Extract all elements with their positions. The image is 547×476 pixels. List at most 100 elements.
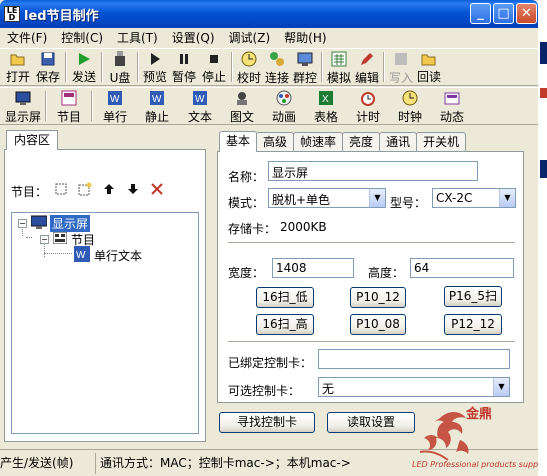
- connect-button[interactable]: 连接: [263, 49, 291, 85]
- storage-label: 存储卡：: [228, 222, 277, 236]
- pause-button[interactable]: 暂停: [169, 49, 199, 85]
- tab-content-area[interactable]: 内容区: [6, 130, 58, 150]
- static-text-icon: W: [149, 90, 165, 106]
- model-select[interactable]: CX-2C ▼: [432, 188, 516, 208]
- tree-node-single-line-text[interactable]: W 单行文本: [74, 245, 142, 263]
- clock-button[interactable]: 时钟: [389, 88, 431, 124]
- dotted-square-icon: [55, 183, 67, 199]
- settings-tabs: 基本 高级 帧速率 亮度 通讯 开关机: [219, 131, 467, 152]
- brand-name: 金鼎: [466, 407, 493, 422]
- mode-select[interactable]: 脱机+单色 ▼: [268, 188, 386, 208]
- scan-16-low-button[interactable]: 16扫_低: [256, 287, 314, 308]
- text-label: 文本: [187, 110, 212, 124]
- tab-power-schedule[interactable]: 开关机: [416, 132, 467, 151]
- tab-brightness[interactable]: 亮度: [342, 132, 381, 151]
- menu-file[interactable]: 文件(F): [0, 29, 54, 46]
- delete-x-icon: [151, 183, 163, 199]
- move-down-button[interactable]: [123, 182, 143, 200]
- dynamic-button[interactable]: 动态: [431, 88, 473, 124]
- add-program-dotted-button[interactable]: [51, 182, 71, 200]
- optional-card-label: 可选控制卡：: [228, 384, 301, 398]
- send-label: 发送: [71, 70, 96, 84]
- timer-icon: [360, 90, 376, 106]
- toolbar-separator: [101, 52, 103, 82]
- program-actions: 节目：: [11, 182, 167, 200]
- tab-basic[interactable]: 基本: [219, 131, 258, 152]
- basic-tab-body: 名称： 显示屏 模式： 脱机+单色 ▼ 型号： CX-2C ▼ 存储卡： 200…: [217, 151, 524, 403]
- static-text-label: 静止: [144, 110, 169, 124]
- clock-icon: [241, 51, 257, 67]
- group-control-button[interactable]: 群控: [291, 49, 319, 85]
- add-display-button[interactable]: 显示屏: [3, 88, 43, 124]
- app-icon: LE D: [4, 6, 20, 22]
- p16-5scan-button[interactable]: P16_5扫: [444, 286, 502, 307]
- folder-open-icon: [10, 51, 26, 66]
- arrow-up-icon: [103, 183, 115, 199]
- save-icon: [40, 51, 56, 66]
- arrow-down-icon: [127, 183, 139, 199]
- table-button[interactable]: X 表格: [305, 88, 347, 124]
- collapse-icon[interactable]: −: [40, 234, 49, 244]
- scan-16-high-button[interactable]: 16扫_高: [256, 314, 314, 335]
- static-text-button[interactable]: W 静止: [135, 88, 179, 124]
- app-icon-text: D: [8, 13, 16, 22]
- simulate-button[interactable]: 模拟: [325, 49, 353, 85]
- height-field[interactable]: 64: [410, 258, 514, 278]
- add-display-label: 显示屏: [4, 110, 41, 124]
- add-area-button[interactable]: [75, 182, 95, 200]
- picture-text-button[interactable]: 图文: [221, 88, 263, 124]
- p10-12-button[interactable]: P10_12: [350, 287, 406, 308]
- name-field[interactable]: 显示屏: [268, 161, 478, 181]
- single-line-button[interactable]: W 单行: [95, 88, 135, 124]
- add-program-button[interactable]: 节目: [49, 88, 89, 124]
- usb-button[interactable]: U盘: [105, 49, 135, 85]
- open-label: 打开: [5, 70, 30, 84]
- display-screen-icon: [15, 90, 31, 106]
- text-button[interactable]: W 文本: [179, 88, 221, 124]
- p12-12-button[interactable]: P12_12: [444, 314, 502, 335]
- edit-button[interactable]: 编辑: [353, 49, 381, 85]
- desktop-background: [538, 0, 547, 476]
- tab-advanced[interactable]: 高级: [256, 132, 295, 151]
- time-sync-button[interactable]: 校时: [235, 49, 263, 85]
- timer-label: 计时: [355, 110, 380, 124]
- clock-icon: [402, 90, 418, 106]
- move-up-button[interactable]: [99, 182, 119, 200]
- p10-08-button[interactable]: P10_08: [350, 314, 406, 335]
- animation-button[interactable]: 动画: [263, 88, 305, 124]
- add-program-label: 节目: [56, 110, 81, 124]
- tab-frame-rate[interactable]: 帧速率: [293, 132, 344, 151]
- optional-card-select[interactable]: 无 ▼: [318, 377, 510, 397]
- collapse-icon[interactable]: −: [18, 218, 27, 228]
- tree-node-label: 显示屏: [50, 214, 91, 232]
- tab-communication[interactable]: 通讯: [379, 132, 418, 151]
- menu-settings[interactable]: 设置(Q): [165, 29, 222, 46]
- menu-tools[interactable]: 工具(T): [110, 29, 165, 46]
- menu-control[interactable]: 控制(C): [54, 29, 110, 46]
- bound-card-field[interactable]: [318, 349, 510, 369]
- width-field[interactable]: 1408: [272, 258, 354, 278]
- maximize-button[interactable]: □: [493, 3, 514, 24]
- tree-node-display[interactable]: − 显示屏: [18, 214, 91, 232]
- preview-label: 预览: [142, 70, 167, 84]
- timer-button[interactable]: 计时: [347, 88, 389, 124]
- send-button[interactable]: 发送: [69, 49, 99, 85]
- title-bar[interactable]: LE D led节目制作 _ □ ✕: [0, 0, 538, 28]
- write-label: 写入: [388, 71, 413, 85]
- write-button[interactable]: 写入: [387, 49, 415, 85]
- preview-button[interactable]: 预览: [141, 49, 169, 85]
- open-button[interactable]: 打开: [3, 49, 33, 85]
- delete-button[interactable]: [147, 182, 167, 200]
- program-tree[interactable]: − 显示屏 − 节目 W 单行文本: [11, 212, 199, 434]
- menu-debug[interactable]: 调试(Z): [222, 29, 278, 46]
- dynamic-icon: [444, 90, 460, 106]
- readback-button[interactable]: 回读: [415, 49, 443, 85]
- toolbar-separator: [91, 91, 93, 121]
- menu-help[interactable]: 帮助(H): [277, 29, 333, 46]
- close-button[interactable]: ✕: [516, 3, 537, 24]
- save-button[interactable]: 保存: [33, 49, 63, 85]
- stop-button[interactable]: 停止: [199, 49, 229, 85]
- preview-icon: [147, 51, 163, 66]
- find-controller-button[interactable]: 寻找控制卡: [219, 412, 315, 433]
- minimize-button[interactable]: _: [470, 3, 491, 24]
